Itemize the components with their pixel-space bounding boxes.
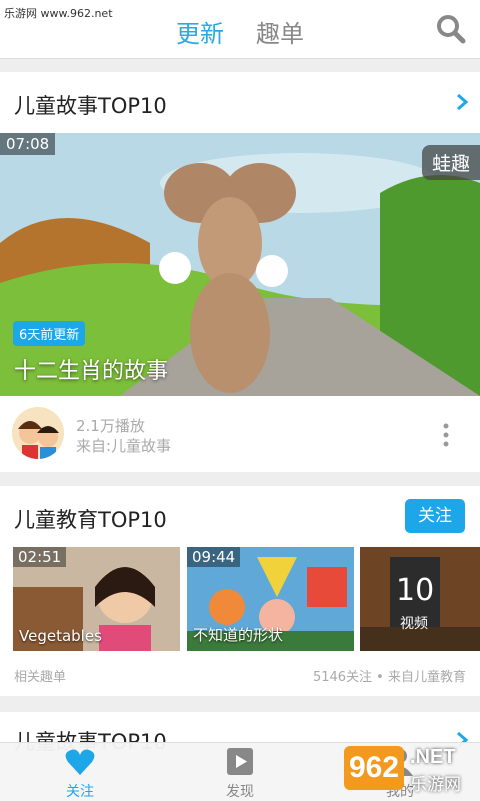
more-vertical-icon[interactable] — [440, 422, 452, 448]
video-thumbnail[interactable]: 07:08 蛙趣 6天前更新 十二生肖的故事 — [0, 133, 480, 396]
video-title: 十二生肖的故事 — [14, 359, 169, 384]
card-title[interactable]: 儿童故事TOP10 — [14, 90, 167, 120]
playlist-card: 儿童故事TOP10 07:08 蛙趣 6天前更新 十二生肖的故事 2.1万播放 … — [0, 72, 480, 472]
avatar[interactable] — [12, 407, 64, 459]
nav-follow[interactable]: 关注 — [40, 743, 120, 801]
video-duration: 09:44 — [187, 547, 241, 567]
source-text: 来自:儿童故事 — [76, 437, 172, 455]
playlist-card: 儿童教育TOP10 关注 02:51 Vegetables 09:44 不知道的… — [0, 486, 480, 696]
video-thumbnail[interactable]: 02:51 Vegetables — [13, 547, 180, 651]
search-icon[interactable] — [436, 14, 466, 44]
tab-fun-list[interactable]: 趣单 — [256, 14, 304, 49]
top-header: 乐游网 www.962.net 更新 趣单 — [0, 0, 480, 59]
more-videos-thumbnail[interactable]: 10 视频 — [360, 547, 480, 651]
nav-label: 关注 — [66, 784, 94, 800]
play-icon — [227, 748, 253, 775]
follow-count-text: 5146关注 • 来自儿童教育 — [312, 670, 466, 685]
watermark-logo: 962 .NET 乐游网 — [340, 740, 476, 796]
update-badge: 6天前更新 — [13, 321, 86, 346]
watermark-text: 乐游网 www.962.net — [4, 7, 113, 20]
heart-icon — [65, 749, 95, 775]
tab-update[interactable]: 更新 — [176, 14, 224, 49]
brand-badge: 蛙趣 — [421, 145, 480, 180]
watermark-cn-text: 乐游网 — [410, 775, 461, 795]
card-title[interactable]: 儿童教育TOP10 — [14, 504, 167, 534]
video-thumbnail[interactable]: 09:44 不知道的形状 — [187, 547, 354, 651]
follow-button[interactable]: 关注 — [405, 499, 465, 533]
chevron-right-icon[interactable] — [455, 92, 469, 112]
nav-discover[interactable]: 发现 — [200, 743, 280, 801]
nav-label: 发现 — [226, 784, 254, 800]
video-title: 不知道的形状 — [193, 626, 284, 644]
video-count: 10 — [396, 573, 435, 608]
play-count: 2.1万播放 — [76, 417, 145, 435]
watermark-suffix: .NET — [410, 746, 456, 768]
watermark-number: 962 — [344, 746, 404, 790]
video-duration: 02:51 — [13, 547, 67, 567]
video-duration: 07:08 — [0, 133, 56, 155]
video-title: Vegetables — [19, 627, 102, 645]
related-label[interactable]: 相关趣单 — [14, 666, 66, 685]
video-count-unit: 视频 — [400, 616, 428, 632]
